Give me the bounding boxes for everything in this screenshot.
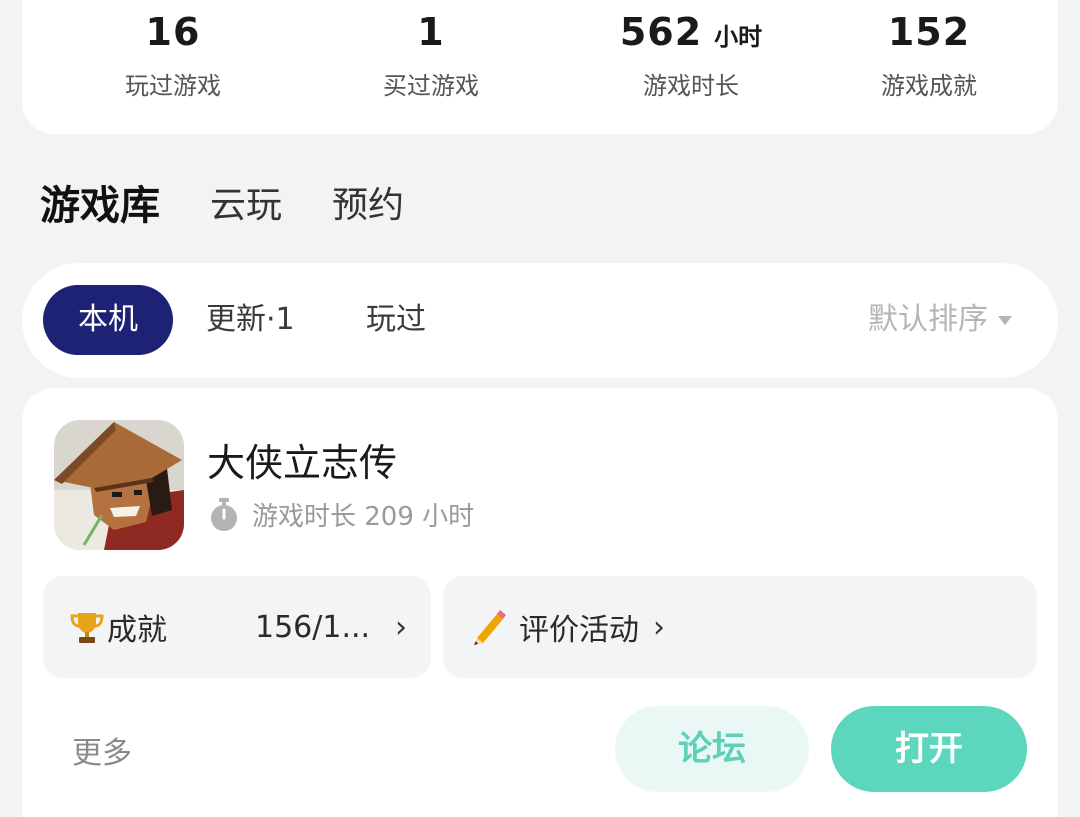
chevron-right-icon: ›: [395, 609, 407, 645]
stat-unit: 小时: [714, 23, 763, 51]
filter-bar: 本机 更新·1 玩过 默认排序: [22, 263, 1058, 378]
stat-played-games[interactable]: 16 玩过游戏: [73, 10, 273, 101]
stat-value: 1: [417, 10, 445, 54]
stat-achievements[interactable]: 152 游戏成就: [829, 10, 1029, 101]
caret-down-icon: [998, 315, 1012, 325]
tab-cloud-play[interactable]: 云玩: [210, 176, 282, 228]
open-game-button[interactable]: 打开: [831, 706, 1027, 792]
stat-label: 买过游戏: [383, 72, 479, 100]
stat-value: 562: [619, 10, 703, 54]
achievements-label: 成就: [107, 613, 167, 648]
tab-label: 游戏库: [40, 183, 160, 229]
game-title[interactable]: 大侠立志传: [207, 432, 397, 487]
game-card: 大侠立志传 游戏时长 209 小时 成就 156/1... › 评价活动 › 更…: [22, 388, 1058, 817]
playtime-text: 游戏时长 209 小时: [252, 502, 475, 532]
pencil-icon: [469, 608, 507, 646]
achievements-value: 156/1...: [255, 609, 371, 645]
forum-button[interactable]: 论坛: [615, 706, 809, 792]
tab-label: 预约: [332, 185, 405, 226]
game-icon-image[interactable]: [54, 420, 184, 550]
achievements-box[interactable]: 成就 156/1... ›: [43, 576, 431, 678]
tab-label: 云玩: [210, 185, 283, 226]
filter-chip-played[interactable]: 玩过: [366, 285, 426, 355]
filter-chip-updates[interactable]: 更新·1: [206, 285, 295, 355]
evaluation-label: 评价活动: [519, 613, 639, 648]
main-tabs: 游戏库 云玩 预约: [40, 170, 454, 234]
stat-bought-games[interactable]: 1 买过游戏: [331, 10, 531, 101]
trophy-icon: [69, 609, 105, 645]
game-library-screen: 16 玩过游戏 1 买过游戏 562 小时 游戏时长 152 游戏成就 游戏库 …: [0, 0, 1080, 817]
evaluation-activity-box[interactable]: 评价活动 ›: [443, 576, 1037, 678]
tab-game-library[interactable]: 游戏库: [40, 173, 160, 231]
stat-label: 玩过游戏: [125, 72, 221, 100]
sort-dropdown[interactable]: 默认排序: [868, 285, 1012, 355]
playtime-row: 游戏时长 209 小时: [208, 496, 474, 533]
stat-value: 152: [887, 10, 971, 54]
stat-label: 游戏时长: [643, 72, 739, 100]
filter-chip-local[interactable]: 本机: [43, 285, 173, 355]
stats-card: 16 玩过游戏 1 买过游戏 562 小时 游戏时长 152 游戏成就: [22, 0, 1058, 134]
tab-reservations[interactable]: 预约: [332, 176, 404, 228]
stat-value: 16: [145, 10, 201, 54]
sort-label: 默认排序: [868, 302, 988, 337]
stat-label: 游戏成就: [881, 72, 977, 100]
stat-playtime[interactable]: 562 小时 游戏时长: [591, 10, 791, 101]
chevron-right-icon: ›: [653, 609, 665, 645]
stopwatch-icon: [208, 497, 240, 532]
more-link[interactable]: 更多: [72, 728, 132, 772]
